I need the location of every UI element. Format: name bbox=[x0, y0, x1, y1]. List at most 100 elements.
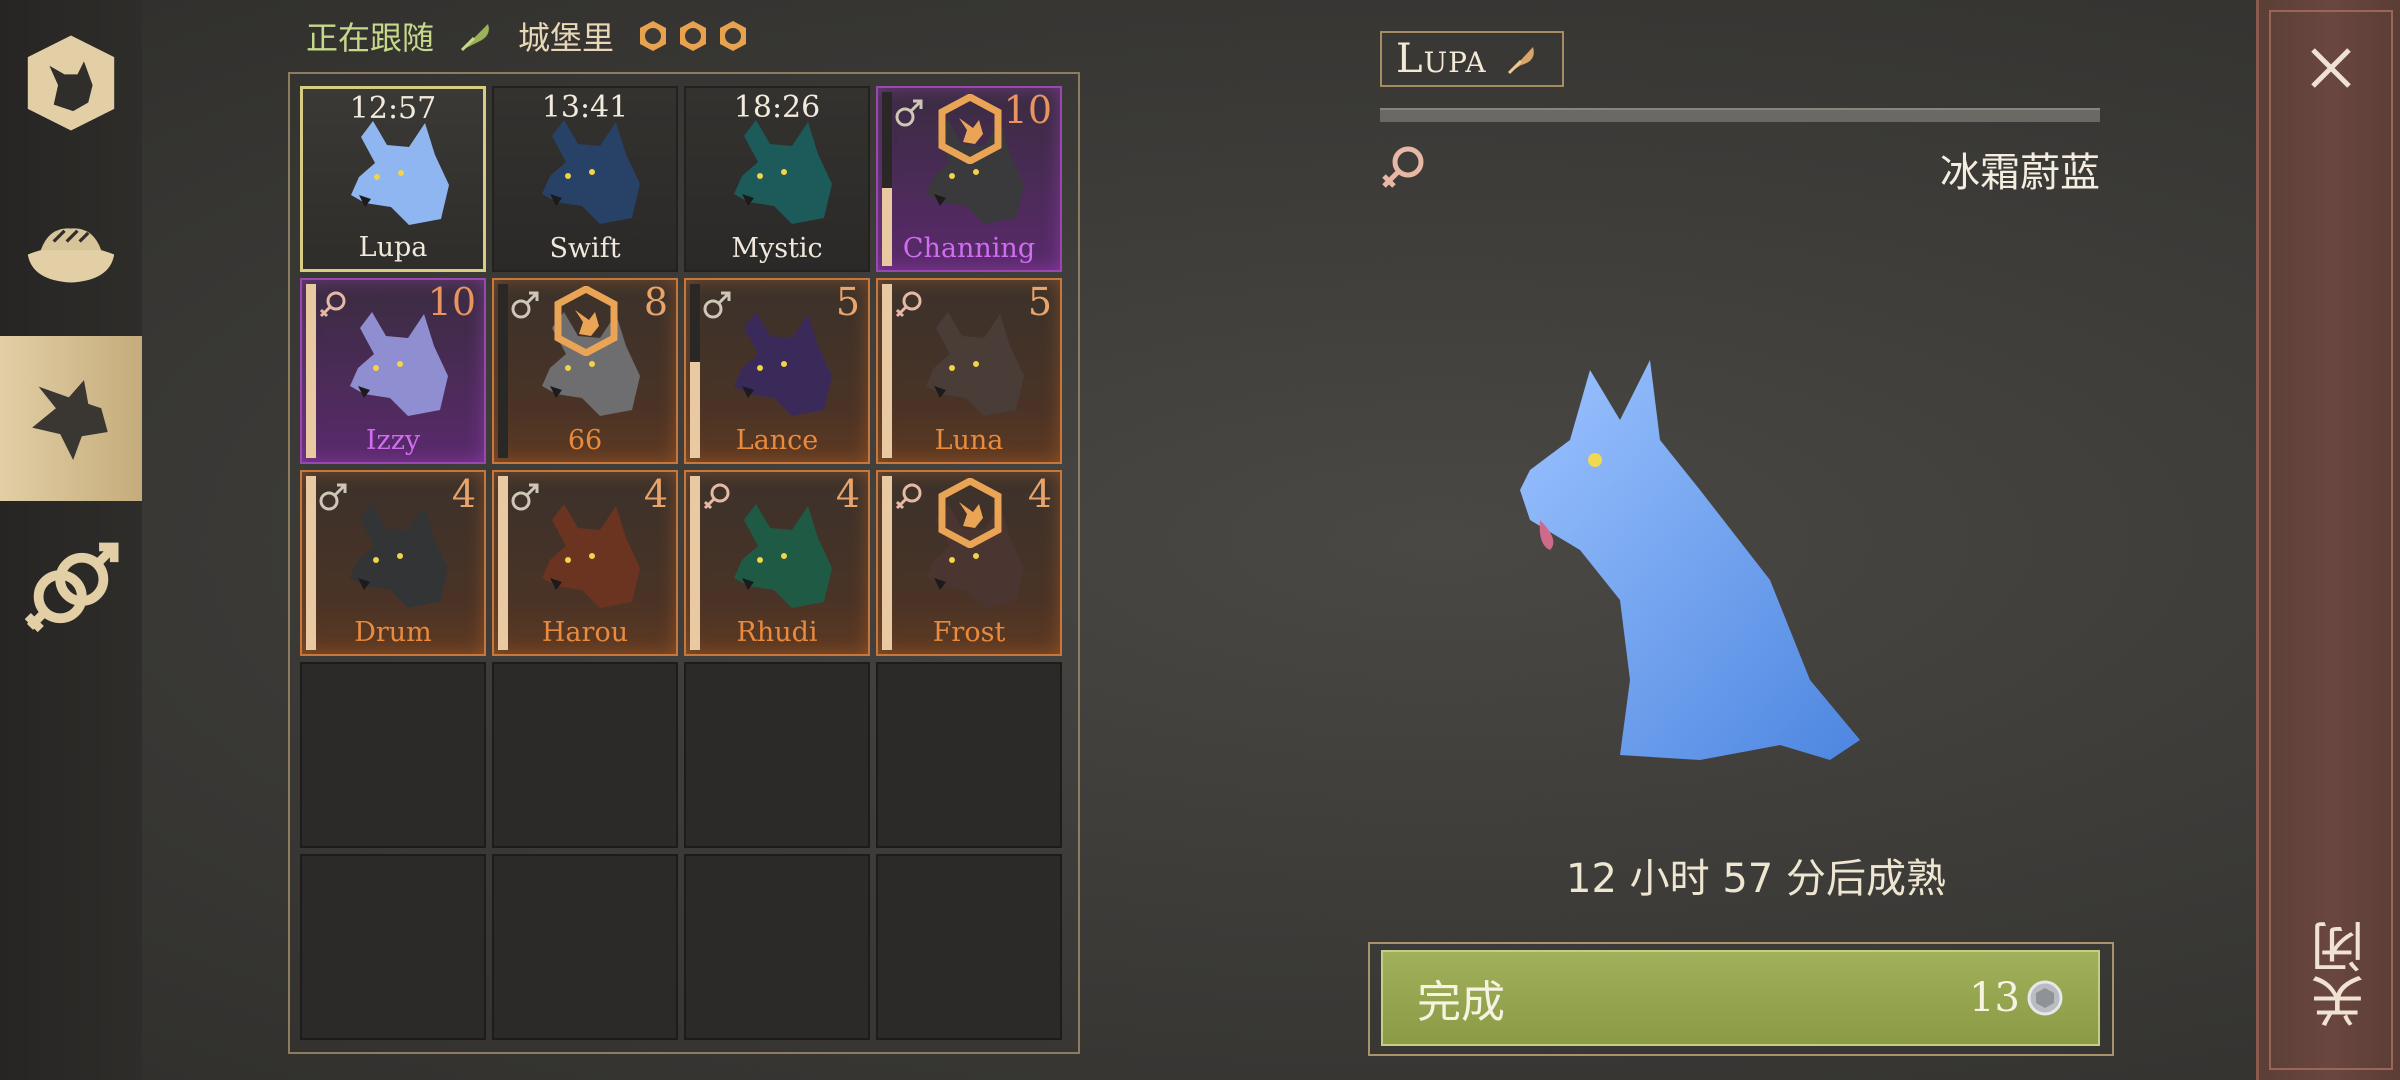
slot-count: 5 bbox=[835, 280, 860, 324]
wolf-slot[interactable]: 4 Drum bbox=[300, 470, 486, 656]
wolf-portrait bbox=[542, 120, 640, 224]
wolf-portrait bbox=[926, 312, 1024, 416]
slot-wolf-name: Lance bbox=[735, 425, 819, 456]
slot-wolf-name: Luna bbox=[934, 425, 1004, 456]
slot-wolf-name: Drum bbox=[354, 617, 432, 648]
wolf-slot[interactable]: 5 Lance bbox=[684, 278, 870, 464]
nav-wolves-button[interactable] bbox=[0, 336, 142, 501]
slot-wolf-name: Frost bbox=[932, 617, 1006, 648]
slot-wolf-name: Mystic bbox=[731, 233, 823, 264]
wolf-grid: 12:57 Lupa 13:41 Swift 18:26 Mystic 10 Channing… bbox=[300, 86, 1062, 1040]
empty-slot[interactable] bbox=[300, 854, 486, 1040]
slot-count: 4 bbox=[643, 472, 668, 516]
slot-wolf-name: Rhudi bbox=[736, 617, 818, 648]
wolf-pup-image bbox=[1520, 360, 1860, 760]
food-bowl-icon bbox=[27, 227, 115, 283]
finish-cost: 13 bbox=[1969, 975, 2064, 1021]
leader-badge-icon bbox=[938, 94, 1002, 164]
slot-wolf-name: Izzy bbox=[365, 425, 421, 456]
slot-wolf-name: Lupa bbox=[358, 232, 428, 263]
mature-timer: 12 小时 57 分后成熟 bbox=[1566, 856, 1946, 902]
nav-wolf-den-button[interactable] bbox=[0, 0, 142, 165]
wolf-slot[interactable]: 4 Frost bbox=[876, 470, 1062, 656]
leader-badge-icon bbox=[938, 478, 1002, 548]
slot-count: 4 bbox=[451, 472, 476, 516]
female-icon bbox=[895, 291, 922, 318]
wolf-slot[interactable]: 4 Rhudi bbox=[684, 470, 870, 656]
growth-progress-bar bbox=[1380, 108, 2100, 122]
male-icon bbox=[319, 483, 347, 511]
slot-wolf-name: Swift bbox=[549, 233, 621, 264]
wolf-slot[interactable]: 4 Harou bbox=[492, 470, 678, 656]
close-icon[interactable] bbox=[2301, 38, 2361, 98]
slot-ring-icon bbox=[680, 21, 707, 51]
slot-timer: 18:26 bbox=[733, 90, 821, 125]
wolf-portrait bbox=[351, 121, 449, 225]
wolf-portrait bbox=[734, 120, 832, 224]
wolf-slot[interactable]: 5 Luna bbox=[876, 278, 1062, 464]
slot-wolf-name: 66 bbox=[567, 425, 603, 456]
slot-count: 5 bbox=[1027, 280, 1052, 324]
wolf-slot[interactable]: 18:26 Mystic bbox=[684, 86, 870, 272]
slot-wolf-name: Channing bbox=[902, 233, 1036, 264]
wolf-portrait bbox=[734, 312, 832, 416]
male-icon bbox=[895, 99, 923, 127]
empty-slot[interactable] bbox=[876, 854, 1062, 1040]
side-nav bbox=[0, 0, 142, 1080]
close-panel-border bbox=[2269, 10, 2393, 1070]
slot-count: 10 bbox=[427, 280, 476, 324]
wolf-portrait bbox=[350, 312, 448, 416]
silver-coin-icon bbox=[2027, 980, 2063, 1016]
nav-breeding-button[interactable] bbox=[0, 505, 142, 670]
wolf-slot[interactable]: 12:57 Lupa bbox=[300, 86, 486, 272]
wolf-name-box[interactable]: Lupa bbox=[1380, 31, 1564, 87]
female-icon bbox=[895, 483, 922, 510]
empty-slot[interactable] bbox=[300, 662, 486, 848]
close-button[interactable]: 关闭 bbox=[2303, 920, 2374, 1028]
slot-count: 4 bbox=[1027, 472, 1052, 516]
male-icon bbox=[511, 291, 539, 319]
castle-slots bbox=[636, 19, 750, 53]
wolf-portrait bbox=[542, 504, 640, 608]
close-panel: 关闭 bbox=[2256, 0, 2400, 1080]
finish-label: 完成 bbox=[1417, 977, 1505, 1028]
empty-slot[interactable] bbox=[684, 662, 870, 848]
wolf-slot[interactable]: 10 Channing bbox=[876, 86, 1062, 272]
wolf-slot[interactable]: 13:41 Swift bbox=[492, 86, 678, 272]
empty-slot[interactable] bbox=[876, 662, 1062, 848]
slot-count: 10 bbox=[1003, 88, 1052, 132]
empty-slot[interactable] bbox=[492, 854, 678, 1040]
wolf-slot[interactable]: 8 66 bbox=[492, 278, 678, 464]
slot-count: 4 bbox=[835, 472, 860, 516]
gender-symbols-icon bbox=[24, 542, 119, 632]
castle-label: 城堡里 bbox=[518, 19, 615, 57]
male-icon bbox=[511, 483, 539, 511]
finish-button[interactable]: 完成 13 bbox=[1381, 950, 2100, 1046]
wolf-slot[interactable]: 10 Izzy bbox=[300, 278, 486, 464]
female-icon bbox=[1382, 146, 1424, 188]
slot-timer: 13:41 bbox=[541, 90, 629, 125]
slot-ring-icon bbox=[720, 21, 747, 51]
rename-feather-icon[interactable] bbox=[1501, 39, 1541, 79]
male-icon bbox=[703, 291, 731, 319]
female-icon bbox=[703, 483, 730, 510]
finish-cost-value: 13 bbox=[1969, 975, 2020, 1021]
slot-timer: 12:57 bbox=[349, 91, 437, 126]
empty-slot[interactable] bbox=[684, 854, 870, 1040]
status-bar: 正在跟随 城堡里 bbox=[306, 14, 750, 58]
slot-count: 8 bbox=[643, 280, 668, 324]
nav-food-button[interactable] bbox=[0, 165, 142, 330]
wolf-name: Lupa bbox=[1396, 36, 1487, 82]
following-label: 正在跟随 bbox=[306, 19, 435, 57]
wolf-emblem-icon bbox=[27, 34, 115, 131]
female-icon bbox=[319, 291, 346, 318]
wolf-portrait bbox=[734, 504, 832, 608]
breed-name: 冰霜蔚蓝 bbox=[1940, 150, 2100, 196]
wolf-portrait bbox=[350, 504, 448, 608]
leader-badge-icon bbox=[554, 286, 618, 356]
empty-slot[interactable] bbox=[492, 662, 678, 848]
wolf-head-icon bbox=[32, 379, 108, 460]
slot-wolf-name: Harou bbox=[541, 617, 629, 648]
feather-icon bbox=[460, 24, 489, 52]
slot-ring-icon bbox=[640, 21, 667, 51]
